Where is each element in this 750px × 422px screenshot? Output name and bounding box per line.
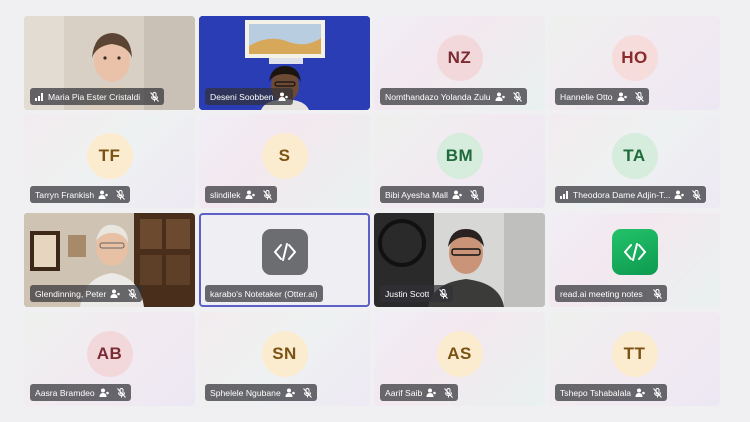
participant-name: Aarif Saib xyxy=(385,387,423,398)
mic-off-icon xyxy=(444,387,454,398)
participant-tile[interactable]: TA Theodora Dame Adjin-T... xyxy=(549,114,720,208)
participant-name-bar: Tshepo Tshabalala xyxy=(555,384,668,401)
participant-avatar: NZ xyxy=(436,35,483,82)
spotlight-icon xyxy=(426,388,437,397)
participant-name-bar: Justin Scott xyxy=(380,285,454,302)
participant-name: Glendinning, Peter xyxy=(35,288,107,299)
mic-off-icon xyxy=(692,189,702,200)
spotlight-icon xyxy=(99,388,109,397)
participant-name-bar: Bibi Ayesha Mall xyxy=(380,186,484,203)
participant-avatar: SN xyxy=(261,331,308,378)
participant-tile[interactable]: Deseni Soobben xyxy=(199,16,370,110)
participant-name-bar: karabo's Notetaker (Otter.ai) xyxy=(205,285,323,302)
participant-name-bar: Glendinning, Peter xyxy=(30,285,143,302)
participant-tile[interactable]: SN Sphelele Ngubane xyxy=(199,312,370,406)
participant-name: Nomthandazo Yolanda Zulu xyxy=(385,91,491,102)
participant-tile[interactable]: NZ Nomthandazo Yolanda Zulu xyxy=(374,16,545,110)
participant-avatar: HO xyxy=(611,35,658,82)
participant-name-bar: read.ai meeting notes xyxy=(555,285,667,302)
participant-avatar: BM xyxy=(436,133,483,180)
participant-name-bar: Aarif Saib xyxy=(380,384,459,401)
participant-tile[interactable]: S slindilek xyxy=(199,114,370,208)
participant-tile[interactable]: TF Tarryn Frankish xyxy=(24,114,195,208)
participant-avatar: AS xyxy=(436,331,483,378)
participant-name: Justin Scott xyxy=(385,288,430,299)
mic-off-icon xyxy=(302,387,312,398)
otter-app-icon xyxy=(261,229,308,276)
participant-name: Tshepo Tshabalala xyxy=(560,387,632,398)
participant-tile[interactable]: AB Aasra Bramdeo xyxy=(24,312,195,406)
participant-tile[interactable]: Maria Pia Ester Cristaldi xyxy=(24,16,195,110)
participant-name-bar: Maria Pia Ester Cristaldi xyxy=(30,88,165,105)
mic-off-icon xyxy=(653,387,662,398)
readai-app-icon xyxy=(611,229,658,276)
participant-tile[interactable]: TT Tshepo Tshabalala xyxy=(549,312,720,406)
participant-tile[interactable]: AS Aarif Saib xyxy=(374,312,545,406)
participant-tile[interactable]: read.ai meeting notes xyxy=(549,213,720,307)
participant-name: Bibi Ayesha Mall xyxy=(385,189,448,200)
participant-avatar: S xyxy=(261,133,308,180)
spotlight-icon xyxy=(110,289,120,298)
participant-name-bar: Deseni Soobben xyxy=(205,88,293,105)
mic-off-icon xyxy=(652,288,662,299)
spotlight-icon xyxy=(495,92,505,101)
participant-name-bar: slindilek xyxy=(205,186,277,203)
signal-icon xyxy=(35,92,44,101)
participant-avatar: TT xyxy=(611,331,658,378)
mic-off-icon xyxy=(470,189,479,200)
mic-off-icon xyxy=(262,189,272,200)
participant-name: Deseni Soobben xyxy=(210,91,274,102)
signal-icon xyxy=(560,190,569,199)
spotlight-icon xyxy=(452,190,462,199)
participant-tile[interactable]: karabo's Notetaker (Otter.ai) xyxy=(199,213,370,307)
spotlight-icon xyxy=(674,190,685,199)
participant-name-bar: Hannelie Otto xyxy=(555,88,649,105)
participant-name: Theodora Dame Adjin-T... xyxy=(573,189,671,200)
participant-avatar: TF xyxy=(86,133,133,180)
spotlight-icon xyxy=(285,388,295,397)
participant-avatar: AB xyxy=(86,331,133,378)
mic-off-icon xyxy=(128,288,138,299)
participant-name: Sphelele Ngubane xyxy=(210,387,281,398)
spotlight-icon xyxy=(278,92,288,101)
mic-off-icon xyxy=(116,189,126,200)
spotlight-icon xyxy=(245,190,255,199)
mic-off-icon xyxy=(439,288,449,299)
spotlight-icon xyxy=(635,388,645,397)
participant-tile[interactable]: Justin Scott xyxy=(374,213,545,307)
video-gallery: Maria Pia Ester Cristaldi Deseni Soobben… xyxy=(0,0,750,422)
participant-name: slindilek xyxy=(210,189,241,200)
participant-name-bar: Aasra Bramdeo xyxy=(30,384,131,401)
participant-name: Maria Pia Ester Cristaldi xyxy=(48,91,141,102)
mic-off-icon xyxy=(116,387,126,398)
mic-off-icon xyxy=(150,91,160,102)
mic-off-icon xyxy=(512,91,522,102)
spotlight-icon xyxy=(617,92,627,101)
participant-tile[interactable]: HO Hannelie Otto xyxy=(549,16,720,110)
participant-name: read.ai meeting notes xyxy=(560,288,643,299)
participant-name: karabo's Notetaker (Otter.ai) xyxy=(210,288,318,299)
participant-name: Aasra Bramdeo xyxy=(35,387,95,398)
participant-name: Hannelie Otto xyxy=(560,91,613,102)
participant-name-bar: Nomthandazo Yolanda Zulu xyxy=(380,88,527,105)
participant-name-bar: Tarryn Frankish xyxy=(30,186,131,203)
mic-off-icon xyxy=(634,91,644,102)
participant-name-bar: Theodora Dame Adjin-T... xyxy=(555,186,707,203)
spotlight-icon xyxy=(98,190,109,199)
participant-tile[interactable]: BM Bibi Ayesha Mall xyxy=(374,114,545,208)
participant-tile[interactable]: Glendinning, Peter xyxy=(24,213,195,307)
participant-name: Tarryn Frankish xyxy=(35,189,95,200)
participant-name-bar: Sphelele Ngubane xyxy=(205,384,317,401)
participant-avatar: TA xyxy=(611,133,658,180)
